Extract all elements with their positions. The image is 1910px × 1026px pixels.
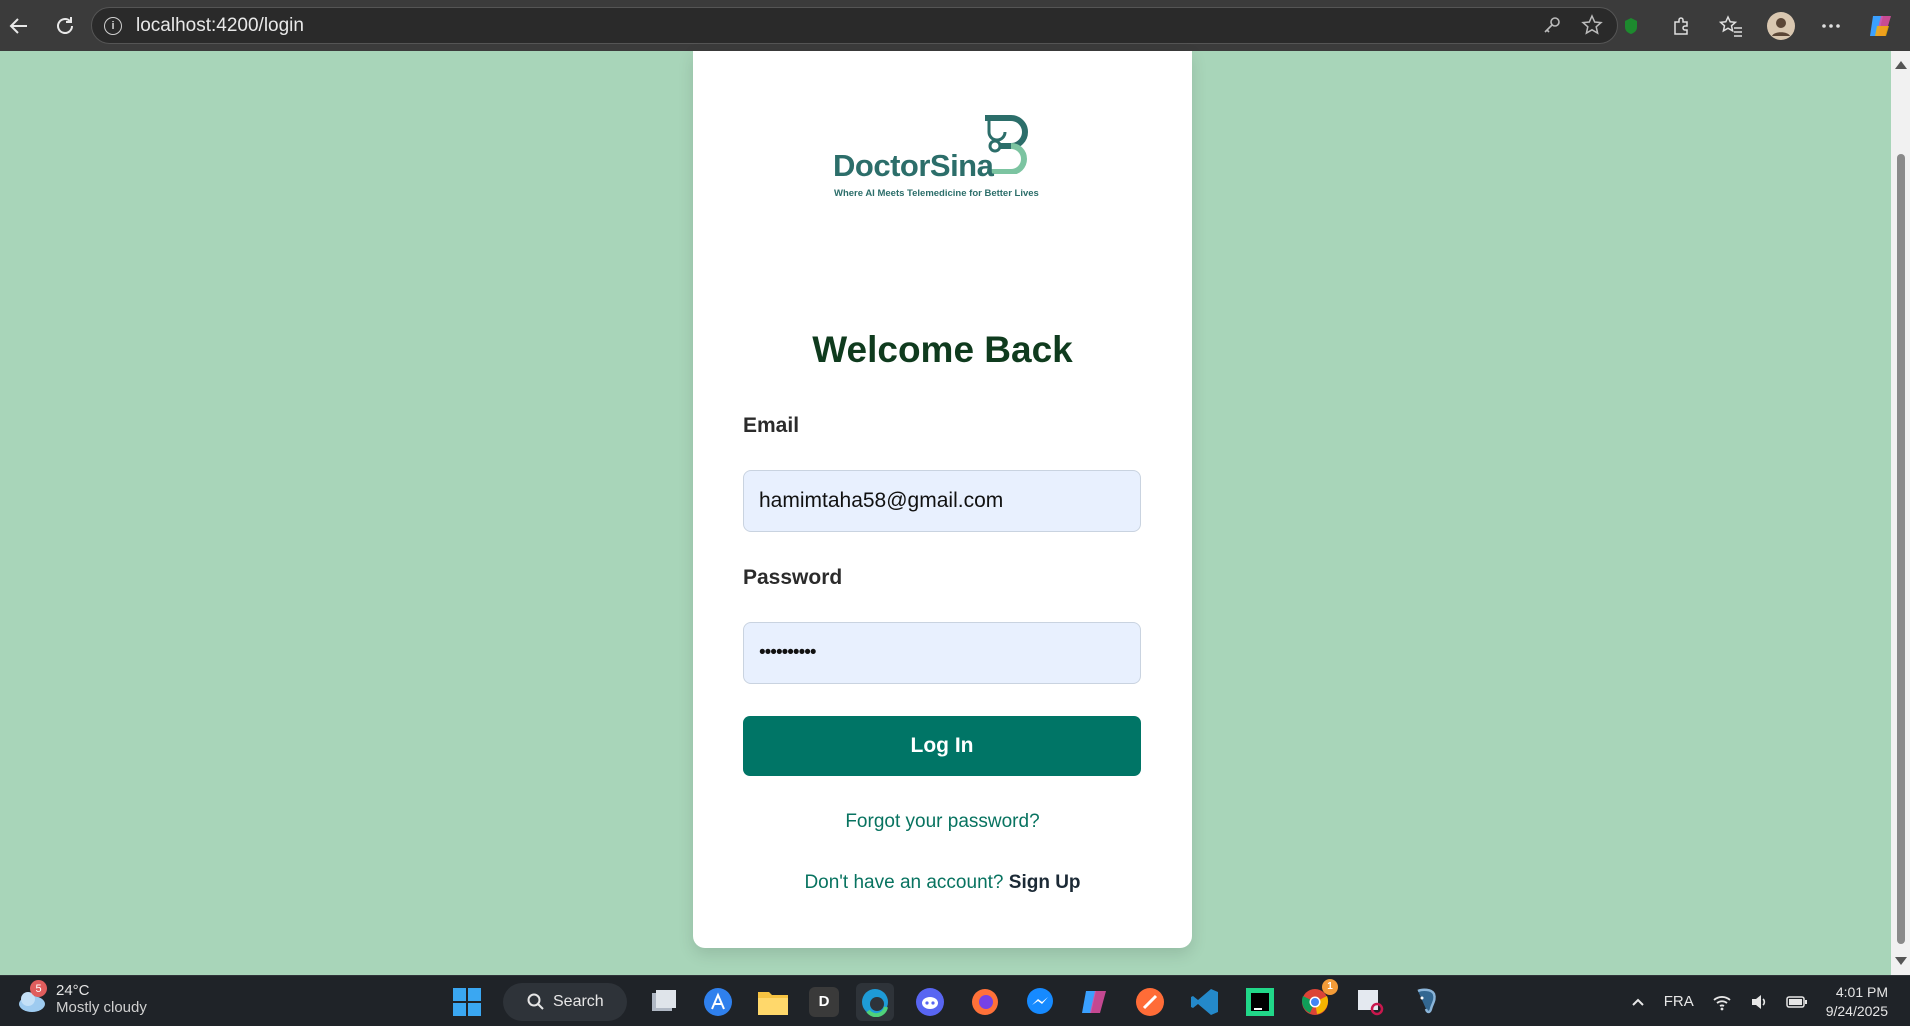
address-bar[interactable]: i localhost:4200/login: [91, 7, 1618, 44]
snipping-tool-icon[interactable]: [1351, 983, 1389, 1021]
page-scrollbar[interactable]: [1891, 51, 1910, 975]
scroll-thumb[interactable]: [1897, 154, 1905, 944]
login-card: DoctorSina Where AI Meets Telemedicine f…: [693, 51, 1192, 948]
extensions-puzzle-icon[interactable]: [1662, 7, 1700, 45]
password-label: Password: [743, 566, 843, 589]
chrome-badge: 1: [1322, 978, 1338, 995]
reload-button[interactable]: [48, 9, 82, 43]
browser-toolbar: i localhost:4200/login: [0, 0, 1910, 51]
d-app-icon[interactable]: D: [809, 986, 839, 1017]
vscode-icon[interactable]: [1186, 983, 1224, 1021]
system-tray: FRA 4:01 PM 9/24/2025: [1630, 976, 1888, 1026]
weather-badge: 5: [30, 980, 47, 997]
page-title: Welcome Back: [812, 329, 1073, 370]
windows-taskbar: 5 24°C Mostly cloudy Search D 1 FRA 4:01…: [0, 975, 1910, 1026]
scroll-up-arrow-icon[interactable]: [1895, 61, 1907, 69]
copilot-taskbar-icon[interactable]: [1076, 983, 1114, 1021]
scroll-down-arrow-icon[interactable]: [1895, 957, 1907, 965]
email-field[interactable]: hamimtaha58@gmail.com: [743, 470, 1141, 532]
messenger-icon[interactable]: [1021, 983, 1059, 1021]
back-button[interactable]: [2, 9, 36, 43]
login-button[interactable]: Log In: [743, 716, 1141, 776]
discord-icon[interactable]: [911, 983, 949, 1021]
search-icon: [527, 993, 544, 1010]
url-text: localhost:4200/login: [136, 14, 304, 36]
weather-widget[interactable]: 5 24°C Mostly cloudy: [14, 980, 147, 1016]
copilot-icon[interactable]: [1862, 7, 1900, 45]
signup-link[interactable]: Sign Up: [1009, 872, 1081, 893]
clock-date: 9/24/2025: [1825, 1002, 1888, 1019]
forgot-password-link[interactable]: Forgot your password?: [693, 811, 1192, 833]
brand-name: DoctorSina: [833, 148, 994, 183]
password-field[interactable]: ••••••••••: [743, 622, 1141, 684]
reload-icon: [57, 16, 73, 34]
email-label: Email: [743, 414, 800, 437]
back-arrow-icon: [9, 17, 27, 34]
taskbar-clock[interactable]: 4:01 PM 9/24/2025: [1826, 983, 1888, 1021]
edge-browser-icon[interactable]: [856, 982, 894, 1021]
taskbar-search[interactable]: Search: [503, 982, 627, 1021]
favorite-star-icon[interactable]: [1581, 14, 1603, 36]
signup-row: Don't have an account? Sign Up: [693, 872, 1192, 894]
extension-green-icon[interactable]: [1612, 7, 1650, 45]
brand-logo: DoctorSina Where AI Meets Telemedicine f…: [833, 114, 1053, 206]
app-store-icon[interactable]: [699, 983, 737, 1021]
search-label: Search: [553, 992, 604, 1010]
volume-icon[interactable]: [1750, 993, 1768, 1011]
key-icon[interactable]: [1541, 14, 1563, 36]
weather-temperature: 24°C: [56, 982, 90, 999]
weather-condition: Mostly cloudy: [56, 999, 147, 1016]
site-info-icon[interactable]: i: [104, 16, 122, 35]
battery-icon[interactable]: [1785, 995, 1808, 1009]
signup-prompt: Don't have an account?: [804, 872, 1004, 893]
postgresql-icon[interactable]: [1406, 983, 1444, 1021]
clock-time: 4:01 PM: [1835, 983, 1888, 1000]
profile-avatar-icon[interactable]: [1762, 7, 1800, 45]
firefox-icon[interactable]: [966, 983, 1004, 1021]
more-options-icon[interactable]: [1812, 7, 1850, 45]
chrome-icon[interactable]: 1: [1296, 978, 1338, 1021]
brand-tagline: Where AI Meets Telemedicine for Better L…: [834, 188, 1039, 199]
task-view-icon[interactable]: [644, 983, 682, 1021]
input-language[interactable]: FRA: [1664, 993, 1694, 1010]
show-hidden-icons-chevron-icon[interactable]: [1630, 994, 1646, 1010]
windows-logo-icon: [453, 987, 481, 1016]
start-button[interactable]: [448, 983, 486, 1021]
favorites-icon[interactable]: [1712, 7, 1750, 45]
wifi-icon[interactable]: [1712, 993, 1732, 1011]
postman-icon[interactable]: [1131, 983, 1169, 1021]
webstorm-icon[interactable]: [1241, 983, 1279, 1021]
file-explorer-icon[interactable]: [754, 983, 792, 1021]
